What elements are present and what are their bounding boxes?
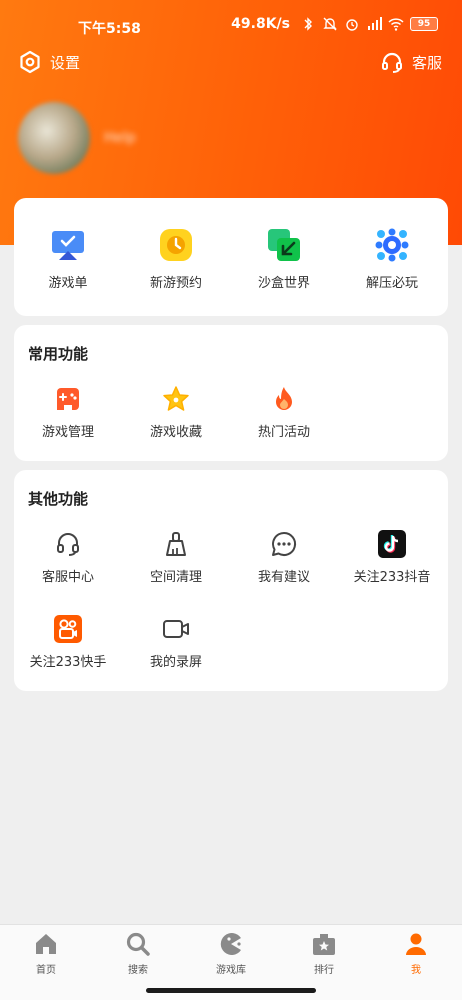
- flame-icon: [276, 387, 292, 410]
- section-title: 其他功能: [28, 490, 89, 508]
- wifi-icon: [388, 18, 404, 31]
- space-cleanup-item[interactable]: 空间清理: [122, 530, 230, 585]
- function-label: 关注233抖音: [353, 570, 431, 585]
- suggestion-item[interactable]: 我有建议: [230, 530, 338, 585]
- service-label: 客服: [411, 53, 442, 72]
- quick-entry-label: 游戏单: [48, 276, 88, 291]
- avatar[interactable]: [18, 102, 90, 174]
- function-label: 关注233快手: [29, 655, 107, 670]
- signal-icon: [368, 17, 382, 30]
- battery-indicator: 95: [410, 17, 438, 31]
- broom-icon: [166, 532, 186, 556]
- headset-icon: [381, 52, 402, 73]
- tab-label: 排行: [314, 965, 334, 976]
- quick-entry-new-game-reserve[interactable]: 新游预约: [122, 226, 230, 291]
- alarm-icon: [346, 19, 358, 31]
- person-icon: [406, 933, 426, 955]
- network-speed: 49.8K/s: [231, 16, 290, 32]
- hot-activities-item[interactable]: 热门活动: [230, 385, 338, 440]
- pacman-icon: [220, 933, 241, 955]
- settings-button[interactable]: 设置: [18, 50, 80, 74]
- tab-ranking[interactable]: 排行: [284, 931, 364, 976]
- quick-entries-card: 游戏单 新游预约 沙盒世界 解压必玩: [14, 198, 448, 316]
- tab-search[interactable]: 搜索: [98, 931, 178, 976]
- other-functions-card: 其他功能 客服中心 空间清理 我有建议 关注233抖音 关注233快手 我的录屏: [14, 470, 448, 691]
- my-recordings-item[interactable]: 我的录屏: [122, 615, 230, 670]
- follow-douyin-item[interactable]: 关注233抖音: [338, 530, 446, 585]
- tab-label: 游戏库: [216, 965, 246, 976]
- function-label: 空间清理: [149, 570, 202, 585]
- search-icon: [126, 932, 150, 956]
- game-list-icon: [52, 231, 84, 260]
- star-icon: [163, 386, 189, 411]
- game-management-item[interactable]: 游戏管理: [14, 385, 122, 440]
- function-label: 游戏管理: [41, 425, 94, 440]
- video-camera-icon: [163, 620, 189, 638]
- username[interactable]: Help: [104, 130, 136, 146]
- quick-entry-label: 解压必玩: [365, 276, 418, 291]
- tab-home[interactable]: 首页: [6, 931, 86, 976]
- tab-label: 搜索: [128, 965, 148, 976]
- function-label: 客服中心: [41, 570, 94, 585]
- gamepad-icon: [57, 388, 79, 410]
- tab-me[interactable]: 我: [376, 931, 456, 976]
- customer-service-button[interactable]: 客服: [380, 50, 442, 74]
- quick-entry-label: 新游预约: [149, 276, 202, 291]
- headset-icon: [57, 533, 79, 556]
- status-bar: 下午5:58 49.8K/s 95: [0, 0, 462, 48]
- clock-icon: [160, 229, 192, 261]
- status-right: 49.8K/s 95: [231, 16, 438, 32]
- settings-label: 设置: [50, 53, 81, 72]
- gear-icon: [20, 50, 40, 74]
- function-label: 我的录屏: [149, 655, 202, 670]
- kuaishou-icon: [54, 615, 82, 643]
- tab-label: 我: [411, 965, 421, 976]
- ranking-icon: [313, 934, 335, 955]
- function-label: 我有建议: [257, 570, 310, 585]
- home-indicator: [146, 988, 316, 993]
- quick-entry-game-list[interactable]: 游戏单: [14, 226, 122, 291]
- function-label: 热门活动: [257, 425, 310, 440]
- function-label: 游戏收藏: [149, 425, 202, 440]
- customer-center-item[interactable]: 客服中心: [14, 530, 122, 585]
- relax-icon: [375, 228, 409, 262]
- quick-entry-sandbox-world[interactable]: 沙盒世界: [230, 226, 338, 291]
- bluetooth-icon: [304, 17, 312, 31]
- tab-label: 首页: [36, 965, 56, 976]
- douyin-icon: [378, 530, 406, 558]
- quick-entry-label: 沙盒世界: [257, 276, 310, 291]
- game-favorites-item[interactable]: 游戏收藏: [122, 385, 230, 440]
- section-title: 常用功能: [28, 345, 89, 363]
- quick-entry-relax[interactable]: 解压必玩: [338, 226, 446, 291]
- tab-game-library[interactable]: 游戏库: [191, 931, 271, 976]
- home-icon: [36, 934, 56, 954]
- follow-kuaishou-item[interactable]: 关注233快手: [14, 615, 122, 670]
- status-time: 下午5:58: [78, 21, 141, 37]
- mute-bell-icon: [323, 17, 337, 31]
- sandbox-icon: [268, 229, 300, 261]
- chat-icon: [272, 531, 296, 556]
- common-functions-card: 常用功能 游戏管理 游戏收藏 热门活动: [14, 325, 448, 461]
